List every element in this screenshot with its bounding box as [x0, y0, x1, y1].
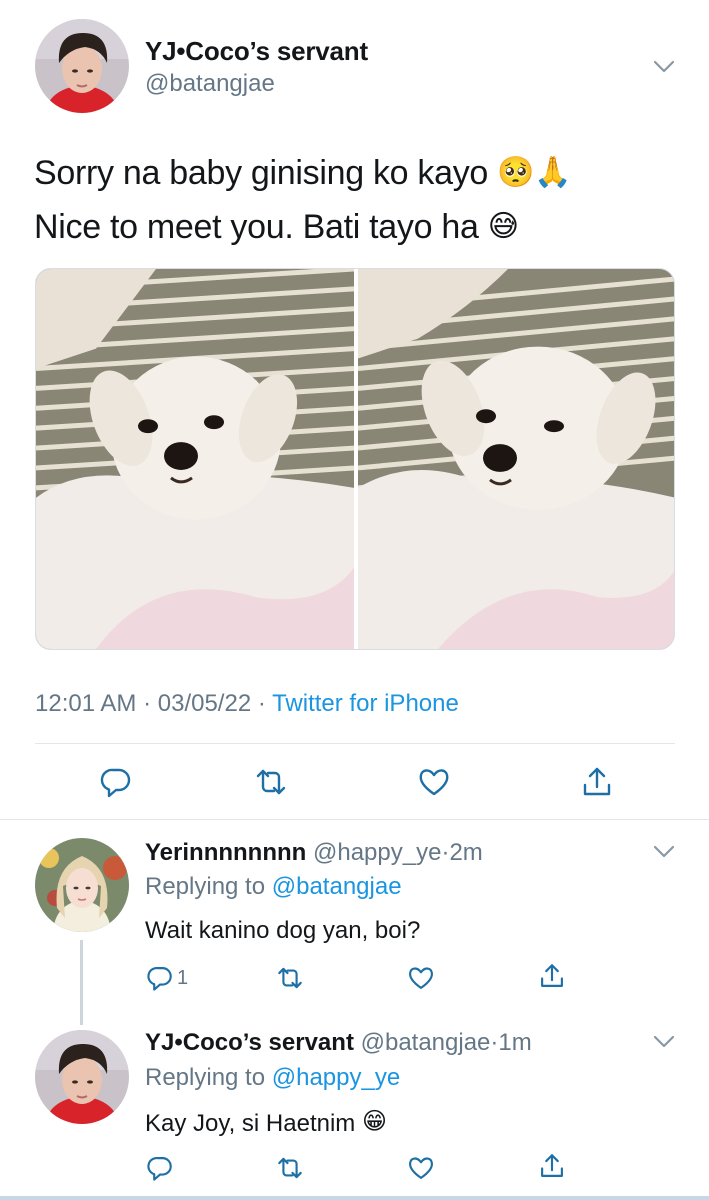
replying-to-handle[interactable]: @happy_ye — [272, 1064, 400, 1091]
pleading-praying-emoji: 🥺🙏 — [497, 155, 572, 190]
tweet-text-line-1: Sorry na baby ginising ko kayo — [34, 154, 489, 192]
reply-header: Yerinnnnnnnn @happy_ye·2m — [145, 839, 483, 867]
author-name[interactable]: YJ•Coco’s servant — [145, 36, 368, 67]
tweet-meta: 12:01 AM · 03/05/22 · Twitter for iPhone — [35, 690, 459, 718]
replying-to-handle[interactable]: @batangjae — [272, 873, 402, 900]
dog-photo-1[interactable] — [36, 269, 354, 649]
reply-icon[interactable] — [99, 765, 133, 799]
reply-icon[interactable] — [146, 1154, 174, 1182]
bottom-edge — [0, 1196, 709, 1200]
reply-count: 1 — [177, 967, 189, 989]
tweet-source-link[interactable]: Twitter for iPhone — [272, 690, 459, 717]
meta-separator: · — [143, 690, 152, 717]
chevron-down-icon[interactable] — [653, 60, 675, 74]
reply-author-handle[interactable]: @batangjae — [361, 1029, 491, 1056]
reply-avatar[interactable] — [35, 1030, 129, 1124]
reply-avatar[interactable] — [35, 838, 129, 932]
replying-to: Replying to @batangjae — [145, 873, 402, 901]
reply-text-content: Wait kanino dog yan, boi? — [145, 917, 421, 944]
reply-author-name[interactable]: YJ•Coco’s servant — [145, 1029, 354, 1056]
reply-age: 1m — [498, 1029, 532, 1056]
like-icon[interactable] — [407, 1154, 435, 1182]
retweet-icon[interactable] — [276, 964, 304, 992]
retweet-icon[interactable] — [276, 1154, 304, 1182]
reply-text-content: Kay Joy, si Haetnim — [145, 1110, 356, 1137]
share-icon[interactable] — [580, 765, 614, 799]
section-divider — [0, 819, 709, 820]
chevron-down-icon[interactable] — [653, 1035, 675, 1049]
tweet-date: 03/05/22 — [157, 690, 252, 717]
like-icon[interactable] — [407, 964, 435, 992]
share-icon[interactable] — [538, 962, 566, 990]
share-icon[interactable] — [538, 1152, 566, 1180]
author-handle[interactable]: @batangjae — [145, 70, 275, 98]
reply-header: YJ•Coco’s servant @batangjae·1m — [145, 1029, 532, 1057]
replying-to-prefix: Replying to — [145, 873, 266, 900]
reply-text: Kay Joy, si Haetnim 😁 — [145, 1107, 387, 1138]
meta-separator: · — [257, 690, 266, 717]
grinning-emoji: 😁 — [361, 1107, 387, 1135]
thread-connector — [80, 940, 83, 1025]
sweat-smile-emoji: 😅 — [487, 209, 519, 244]
tweet-text-line-2: Nice to meet you. Bati tayo ha — [34, 208, 479, 246]
chevron-down-icon[interactable] — [653, 845, 675, 859]
reply-author-name[interactable]: Yerinnnnnnnn — [145, 839, 306, 866]
retweet-icon[interactable] — [254, 765, 288, 799]
reply-author-handle[interactable]: @happy_ye — [313, 839, 441, 866]
like-icon[interactable] — [417, 765, 451, 799]
tweet-time: 12:01 AM — [35, 690, 137, 717]
reply-text: Wait kanino dog yan, boi? — [145, 917, 420, 945]
author-avatar[interactable] — [35, 19, 129, 113]
replying-to-prefix: Replying to — [145, 1064, 266, 1091]
replying-to: Replying to @happy_ye — [145, 1064, 400, 1092]
dog-photo-2[interactable] — [358, 269, 674, 649]
divider — [35, 743, 675, 744]
reply-age: 2m — [449, 839, 483, 866]
tweet-text: Sorry na baby ginising ko kayo 🥺🙏 Nice t… — [34, 146, 572, 254]
reply-icon[interactable] — [146, 964, 174, 992]
tweet-media[interactable] — [35, 268, 675, 650]
